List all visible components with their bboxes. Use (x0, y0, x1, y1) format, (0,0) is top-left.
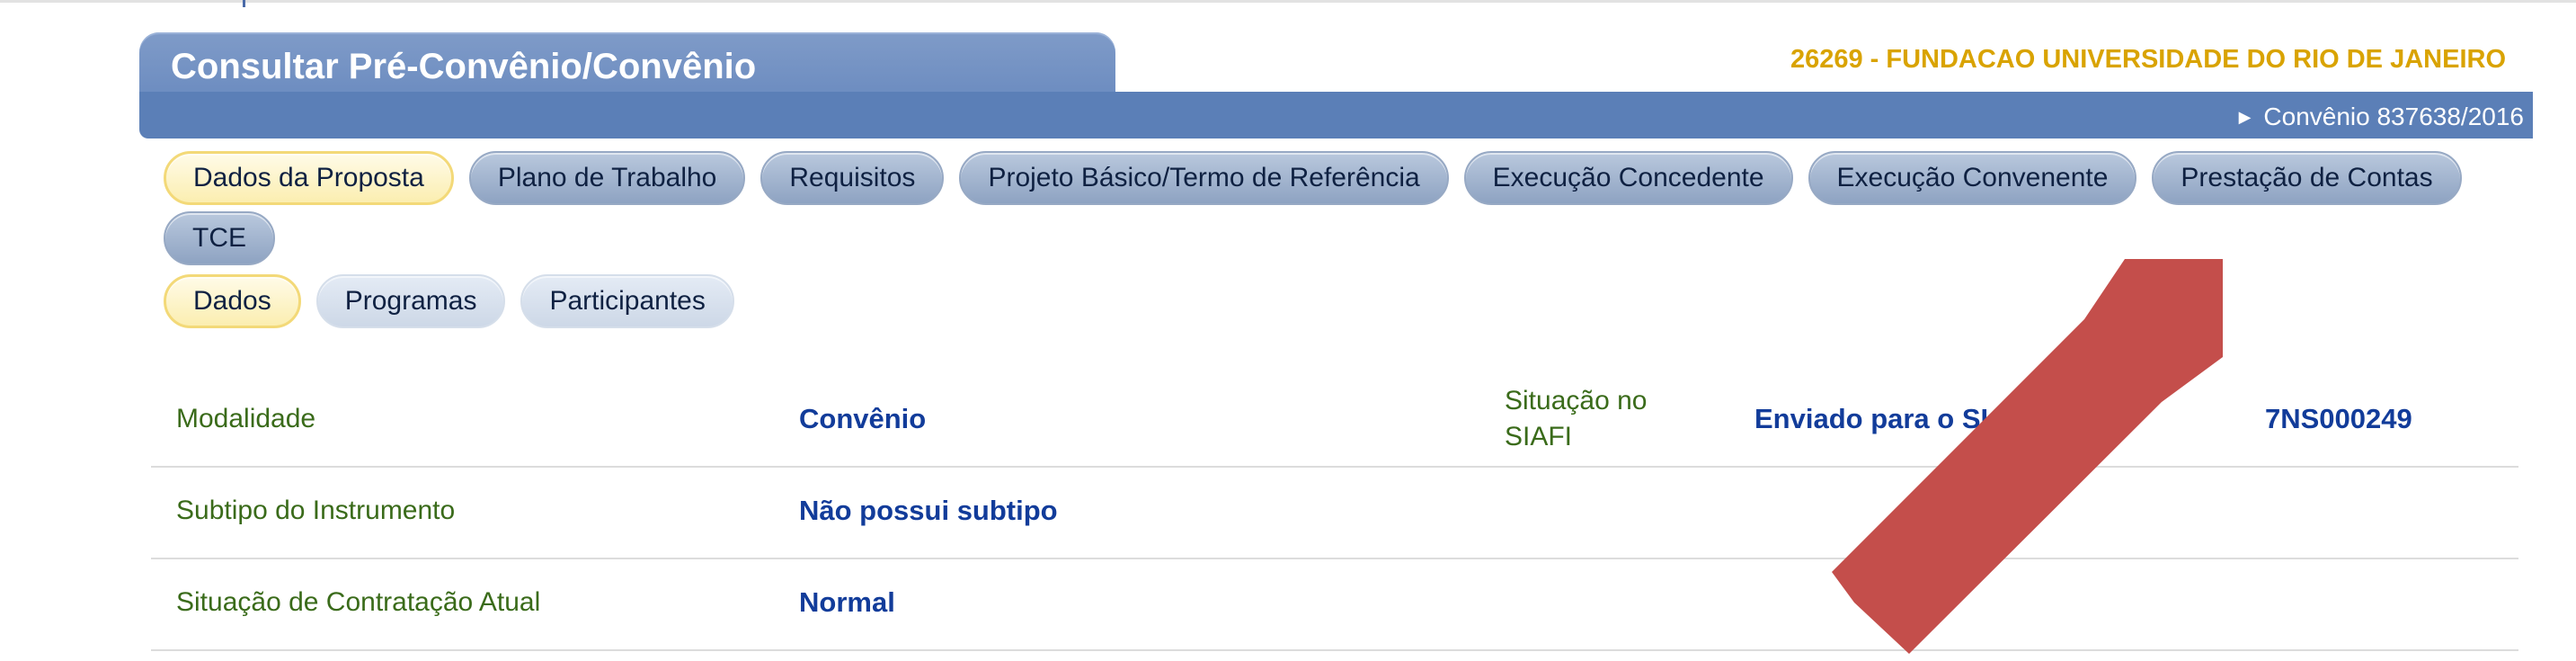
subtab-programas[interactable]: Programas (315, 274, 506, 328)
institution-name: 26269 - FUNDACAO UNIVERSIDADE DO RIO DE … (1790, 45, 2506, 74)
sub-tabs: Dados Programas Participantes (164, 274, 734, 328)
caret-right-icon: ▶ (2238, 108, 2252, 126)
situacao-siafi-value-start: Enviado para o SIAF (1754, 403, 2026, 434)
row-modalidade: Modalidade Convênio Situação no SIAFI En… (151, 376, 2518, 468)
situacao-siafi-label-line2: SIAFI (1505, 422, 1573, 451)
modalidade-value: Convênio (799, 403, 927, 434)
tab-requisitos[interactable]: Requisitos (760, 151, 945, 205)
tab-prestacao-de-contas[interactable]: Prestação de Contas (2152, 151, 2462, 205)
subtipo-value: Não possui subtipo (799, 495, 1058, 526)
top-rule (0, 0, 2576, 3)
tab-dados-da-proposta[interactable]: Dados da Proposta (164, 151, 454, 205)
situacao-siafi-value-end: 7NS000249 (2265, 403, 2412, 434)
contratacao-value: Normal (799, 586, 895, 618)
subtab-dados[interactable]: Dados (164, 274, 301, 328)
instrument-link[interactable]: ▶ Convênio 837638/2016 (2239, 101, 2524, 136)
instrument-label: Convênio 837638/2016 (2263, 103, 2524, 130)
tab-execucao-concedente[interactable]: Execução Concedente (1463, 151, 1793, 205)
modalidade-label: Modalidade (176, 404, 316, 433)
row-contratacao: Situação de Contratação Atual Normal (151, 559, 2518, 651)
tab-projeto-basico[interactable]: Projeto Básico/Termo de Referência (959, 151, 1449, 205)
tab-plano-de-trabalho[interactable]: Plano de Trabalho (468, 151, 746, 205)
situacao-siafi-label-line1: Situação no (1505, 386, 1648, 415)
row-subtipo: Subtipo do Instrumento Não possui subtip… (151, 468, 2518, 559)
header-bar (139, 92, 2533, 138)
top-mark (243, 0, 245, 7)
contratacao-label: Situação de Contratação Atual (176, 587, 541, 617)
main-tabs: Dados da Proposta Plano de Trabalho Requ… (164, 151, 2462, 205)
subtab-participantes[interactable]: Participantes (520, 274, 734, 328)
subtipo-label: Subtipo do Instrumento (176, 496, 456, 525)
main-tabs-overflow: TCE (164, 211, 275, 265)
tab-tce[interactable]: TCE (164, 211, 275, 265)
page-title: Consultar Pré-Convênio/Convênio (171, 47, 757, 86)
tab-execucao-convenente[interactable]: Execução Convenente (1808, 151, 2137, 205)
